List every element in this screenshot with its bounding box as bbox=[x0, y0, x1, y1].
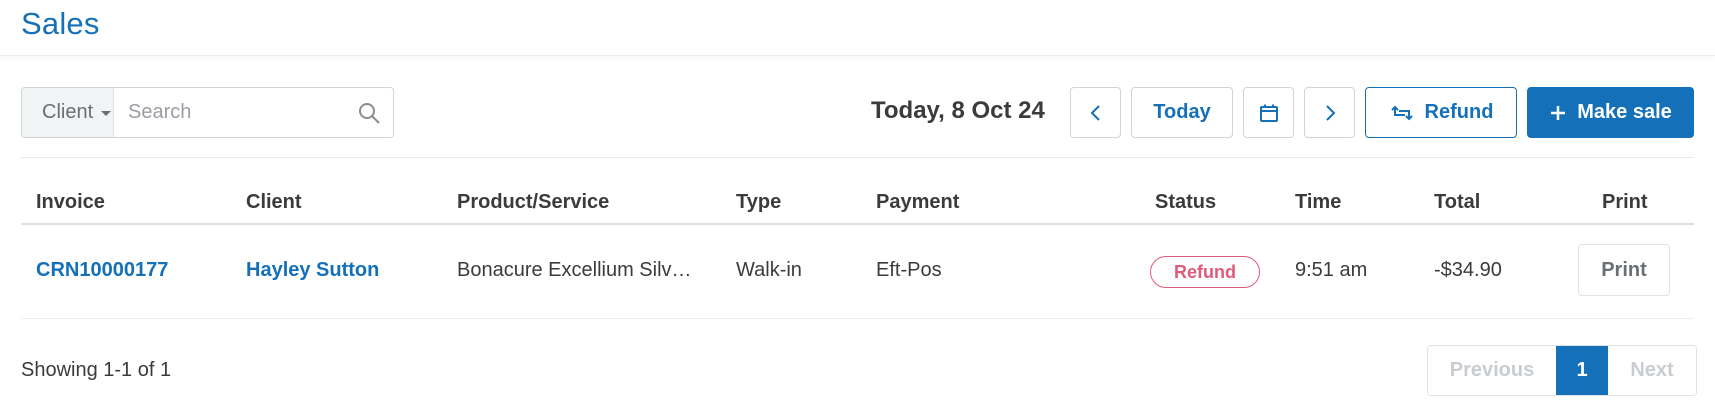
toolbar-divider bbox=[21, 157, 1694, 158]
client-filter-label: Client bbox=[42, 101, 94, 123]
calendar-icon bbox=[1259, 104, 1278, 122]
make-sale-button[interactable]: Make sale bbox=[1527, 87, 1694, 138]
caret-down-icon bbox=[101, 111, 112, 116]
page-title: Sales bbox=[21, 6, 100, 41]
client-link[interactable]: Hayley Sutton bbox=[246, 259, 379, 282]
table-row: CRN10000177 Hayley Sutton Bonacure Excel… bbox=[21, 225, 1694, 319]
pagination: Previous 1 Next bbox=[1427, 345, 1697, 396]
previous-day-button[interactable] bbox=[1070, 87, 1121, 138]
pagination-next-button[interactable]: Next bbox=[1608, 346, 1696, 395]
print-button[interactable]: Print bbox=[1578, 244, 1670, 296]
pagination-page-1[interactable]: 1 bbox=[1556, 346, 1608, 395]
payment-cell: Eft-Pos bbox=[876, 259, 942, 281]
pagination-previous-button[interactable]: Previous bbox=[1428, 346, 1556, 395]
total-cell: -$34.90 bbox=[1434, 259, 1502, 281]
column-header-invoice[interactable]: Invoice bbox=[36, 191, 105, 214]
column-header-time[interactable]: Time bbox=[1295, 191, 1341, 214]
next-day-button[interactable] bbox=[1304, 87, 1355, 138]
search-group: Client bbox=[21, 87, 394, 138]
page-header: Sales bbox=[0, 0, 1715, 56]
table-header: Invoice Client Product/Service Type Paym… bbox=[21, 185, 1694, 225]
type-cell: Walk-in bbox=[736, 259, 802, 281]
status-badge: Refund bbox=[1150, 256, 1260, 288]
search-input[interactable] bbox=[114, 88, 393, 137]
refund-button-label: Refund bbox=[1424, 101, 1494, 123]
showing-count: Showing 1-1 of 1 bbox=[21, 359, 172, 381]
calendar-button[interactable] bbox=[1243, 87, 1294, 138]
column-header-product[interactable]: Product/Service bbox=[457, 191, 609, 214]
chevron-right-icon bbox=[1325, 104, 1335, 121]
make-sale-button-label: Make sale bbox=[1577, 101, 1672, 123]
time-cell: 9:51 am bbox=[1295, 259, 1368, 281]
column-header-client[interactable]: Client bbox=[246, 191, 302, 214]
search-icon[interactable] bbox=[357, 101, 381, 125]
column-header-status[interactable]: Status bbox=[1155, 191, 1216, 214]
column-header-total[interactable]: Total bbox=[1434, 191, 1480, 214]
column-header-payment[interactable]: Payment bbox=[876, 191, 959, 214]
plus-icon bbox=[1551, 105, 1566, 120]
current-date-label: Today, 8 Oct 24 bbox=[871, 97, 1045, 124]
column-header-print: Print bbox=[1602, 191, 1648, 213]
today-button[interactable]: Today bbox=[1131, 87, 1233, 138]
product-cell: Bonacure Excellium Silver Shampoo bbox=[457, 259, 697, 281]
toolbar: Client Today, 8 Oct 24 Today Refund bbox=[21, 87, 1694, 138]
refund-button[interactable]: Refund bbox=[1365, 87, 1517, 138]
column-header-type[interactable]: Type bbox=[736, 191, 781, 214]
chevron-left-icon bbox=[1090, 104, 1100, 121]
sales-table: Invoice Client Product/Service Type Paym… bbox=[21, 185, 1694, 319]
invoice-link[interactable]: CRN10000177 bbox=[36, 259, 168, 282]
refund-arrows-icon bbox=[1390, 105, 1413, 120]
client-filter-dropdown[interactable]: Client bbox=[22, 88, 114, 137]
